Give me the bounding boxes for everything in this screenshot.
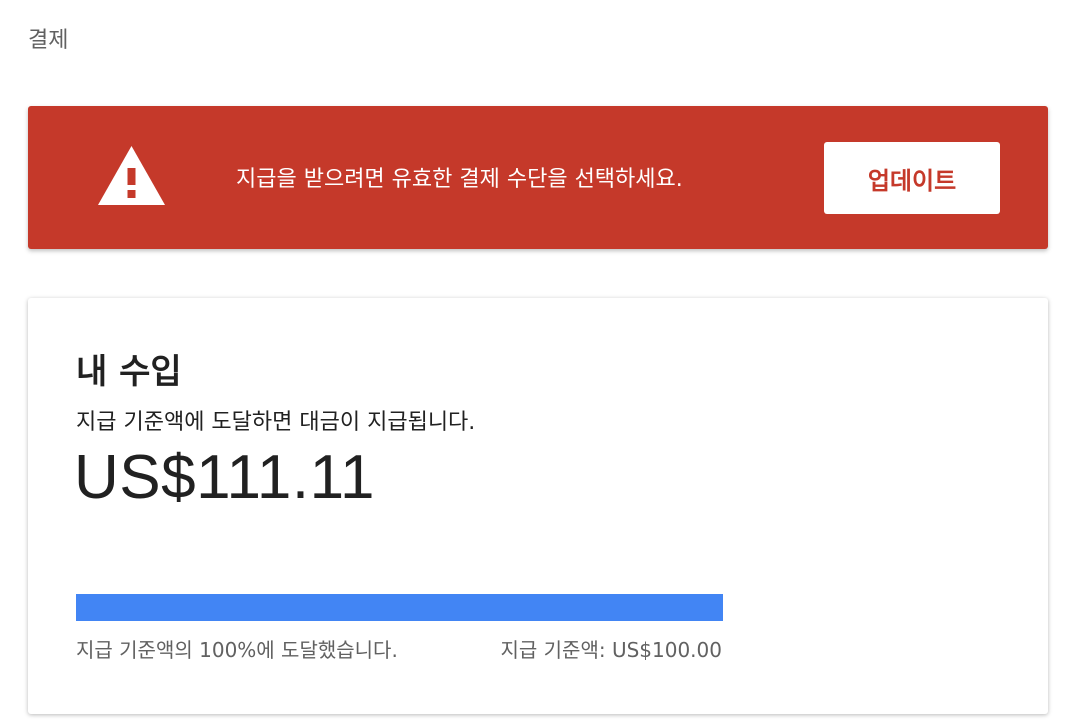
earnings-title: 내 수입: [76, 352, 182, 392]
earnings-subtitle: 지급 기준액에 도달하면 대금이 지급됩니다.: [76, 410, 476, 435]
threshold-label: 지급 기준액: US$100.00: [500, 638, 723, 662]
update-payment-button[interactable]: 업데이트: [824, 142, 1000, 214]
page-title: 결제: [28, 28, 69, 53]
progress-label: 지급 기준액의 100%에 도달했습니다.: [76, 638, 398, 662]
progress-fill: [76, 594, 723, 621]
warning-icon: [98, 146, 165, 205]
payment-threshold-progress-bar: [76, 594, 723, 621]
earnings-balance: US$111.11: [74, 443, 375, 512]
alert-message: 지급을 받으려면 유효한 결제 수단을 선택하세요.: [236, 167, 683, 192]
